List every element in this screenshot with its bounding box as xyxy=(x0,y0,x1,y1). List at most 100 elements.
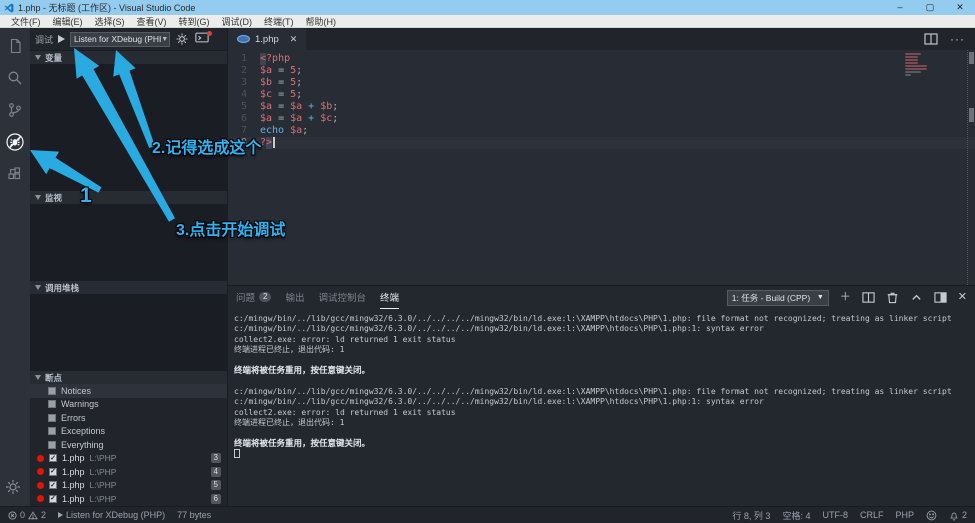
breakpoint-path: L:\PHP xyxy=(90,453,117,463)
menu-item[interactable]: 选择(S) xyxy=(89,15,131,28)
play-icon xyxy=(58,512,63,518)
checkbox-icon[interactable] xyxy=(48,387,56,395)
notifications-bell[interactable]: 2 xyxy=(949,510,967,521)
breakpoint-filter-row[interactable]: Exceptions xyxy=(30,425,227,439)
cursor-position-status[interactable]: 行 8, 列 3 xyxy=(732,509,770,522)
workbench: 调试 Listen for XDebug (PHI ▼ 变量 xyxy=(0,28,975,506)
maximize-button[interactable]: ▢ xyxy=(915,2,945,13)
search-icon[interactable] xyxy=(4,67,26,89)
checkbox-icon[interactable] xyxy=(48,441,56,449)
extensions-icon[interactable] xyxy=(4,163,26,185)
breakpoint-filter-label: Errors xyxy=(61,413,86,423)
problems-status[interactable]: 0 2 xyxy=(8,510,46,520)
maximize-panel-icon[interactable] xyxy=(910,291,923,304)
checkbox-icon[interactable] xyxy=(48,400,56,408)
checkbox-icon[interactable] xyxy=(48,427,56,435)
panel-tab-terminal[interactable]: 终端 xyxy=(380,287,399,309)
debug-config-value: Listen for XDebug (PHI xyxy=(74,34,161,44)
new-terminal-icon[interactable]: ＋ xyxy=(840,291,851,304)
breakpoint-row[interactable]: ✓1.phpL:\PHP5 xyxy=(30,479,227,493)
encoding-status[interactable]: UTF-8 xyxy=(822,510,848,520)
breakpoint-path: L:\PHP xyxy=(90,494,117,504)
start-debugging-button[interactable] xyxy=(58,35,65,43)
code-token: $b xyxy=(320,101,332,113)
minimize-button[interactable]: – xyxy=(885,2,915,13)
toggle-panel-icon[interactable] xyxy=(934,291,947,304)
explorer-icon[interactable] xyxy=(4,35,26,57)
minimap xyxy=(905,53,963,77)
breakpoint-filter-row[interactable]: Errors xyxy=(30,411,227,425)
tab-close-icon[interactable]: ✕ xyxy=(290,34,298,45)
terminal-line: 终端将被任务重用，按任意键关闭。 xyxy=(234,439,975,449)
checkbox-icon[interactable] xyxy=(48,414,56,422)
code-line[interactable]: 1<?php xyxy=(228,53,975,65)
split-terminal-icon[interactable] xyxy=(862,291,875,304)
debug-config-dropdown[interactable]: Listen for XDebug (PHI ▼ xyxy=(70,32,170,47)
line-number: 7 xyxy=(228,125,260,137)
settings-gear-icon[interactable] xyxy=(4,478,26,500)
code-line[interactable]: 7echo $a; xyxy=(228,125,975,137)
panel-tab-label: 输出 xyxy=(285,290,304,304)
menu-item[interactable]: 查看(V) xyxy=(131,15,173,28)
split-editor-icon[interactable] xyxy=(924,33,938,45)
breakpoint-filter-row[interactable]: Notices xyxy=(30,384,227,398)
feedback-smiley-icon[interactable] xyxy=(926,510,937,521)
tab-1php[interactable]: 1.php ✕ xyxy=(228,28,306,50)
menu-item[interactable]: 文件(F) xyxy=(5,15,47,28)
section-breakpoints[interactable]: 断点 xyxy=(30,370,227,384)
breakpoint-file: 1.php xyxy=(62,453,85,463)
menu-item[interactable]: 编辑(E) xyxy=(47,15,89,28)
terminal-select-dropdown[interactable]: 1: 任务 - Build (CPP) ▼ xyxy=(727,290,829,306)
checkbox-icon[interactable]: ✓ xyxy=(49,481,57,489)
debug-status[interactable]: Listen for XDebug (PHP) xyxy=(58,510,165,520)
line-number: 2 xyxy=(228,65,260,77)
checkbox-icon[interactable]: ✓ xyxy=(49,495,57,503)
source-control-icon[interactable] xyxy=(4,99,26,121)
menu-item[interactable]: 转到(G) xyxy=(173,15,216,28)
breakpoint-dot-icon xyxy=(37,482,44,489)
breakpoint-path: L:\PHP xyxy=(90,480,117,490)
code-line[interactable]: 3$b = 5; xyxy=(228,77,975,89)
panel-tab-item[interactable]: 问题2 xyxy=(236,287,271,309)
code-line[interactable]: 2$a = 5; xyxy=(228,65,975,77)
kill-terminal-trash-icon[interactable] xyxy=(886,291,899,304)
code-editor[interactable]: 1<?php2$a = 5;3$b = 5;4$c = 5;5$a = $a +… xyxy=(228,50,975,285)
terminal-output[interactable]: c:/mingw/bin/../lib/gcc/mingw32/6.3.0/..… xyxy=(228,309,975,506)
close-button[interactable]: ✕ xyxy=(945,2,975,13)
configure-gear-icon[interactable] xyxy=(175,32,190,47)
code-token: $a xyxy=(260,101,272,113)
breakpoint-row[interactable]: ✓1.phpL:\PHP4 xyxy=(30,465,227,479)
menu-item[interactable]: 终端(T) xyxy=(258,15,300,28)
checkbox-icon[interactable]: ✓ xyxy=(49,454,57,462)
eol-status[interactable]: CRLF xyxy=(860,510,884,520)
breakpoint-filter-row[interactable]: Warnings xyxy=(30,398,227,412)
overview-ruler[interactable] xyxy=(967,50,975,285)
section-watch[interactable]: 监视 xyxy=(30,190,227,204)
checkbox-icon[interactable]: ✓ xyxy=(49,468,57,476)
breakpoint-row[interactable]: ✓1.phpL:\PHP3 xyxy=(30,452,227,466)
breakpoint-row[interactable]: ✓1.phpL:\PHP6 xyxy=(30,492,227,506)
debug-console-icon[interactable] xyxy=(195,32,210,47)
panel-tab-item[interactable]: 调试控制台 xyxy=(318,287,366,309)
line-number: 1 xyxy=(228,53,260,65)
line-number: 5 xyxy=(228,101,260,113)
panel-tab-item[interactable]: 输出 xyxy=(285,287,304,309)
indentation-status[interactable]: 空格: 4 xyxy=(782,509,810,522)
section-call-stack[interactable]: 调用堆栈 xyxy=(30,280,227,294)
section-variables[interactable]: 变量 xyxy=(30,50,227,64)
debug-icon[interactable] xyxy=(4,131,26,153)
language-mode-status[interactable]: PHP xyxy=(895,510,914,520)
code-line[interactable]: 4$c = 5; xyxy=(228,89,975,101)
code-line[interactable]: 6$a = $a + $c; xyxy=(228,113,975,125)
bottom-panel: 问题2 输出调试控制台终端 1: 任务 - Build (CPP) ▼ ＋ xyxy=(228,285,975,506)
menu-item[interactable]: 帮助(H) xyxy=(300,15,343,28)
code-line[interactable]: 5$a = $a + $b; xyxy=(228,101,975,113)
code-line[interactable]: 8?> xyxy=(228,137,975,149)
code-token: $a xyxy=(260,65,272,77)
code-token: = xyxy=(272,77,290,89)
menu-item[interactable]: 调试(D) xyxy=(216,15,259,28)
code-token: ; xyxy=(302,125,308,137)
more-actions-icon[interactable]: ··· xyxy=(950,32,965,46)
breakpoint-filter-row[interactable]: Everything xyxy=(30,438,227,452)
close-panel-icon[interactable]: ✕ xyxy=(958,291,967,304)
